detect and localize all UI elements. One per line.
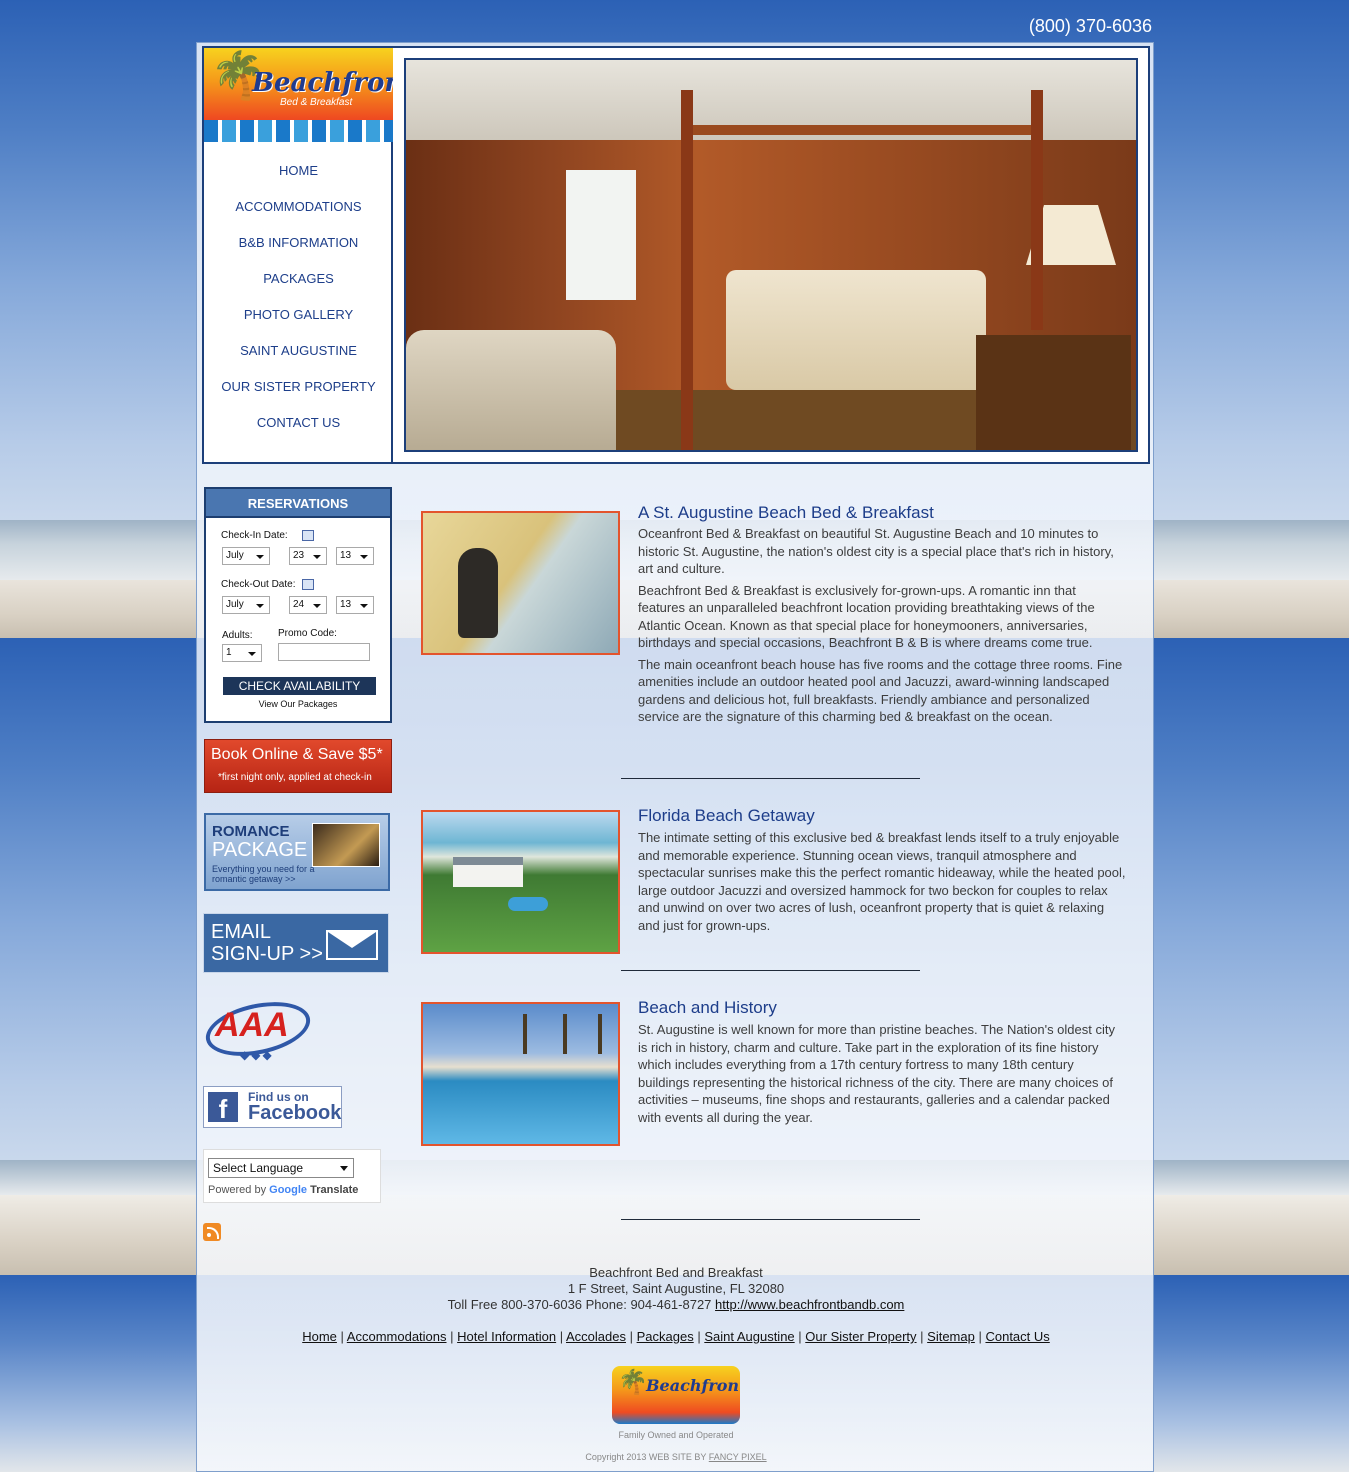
paragraph: The intimate setting of this exclusive b… [638, 830, 1126, 933]
page-container: 🌴 Beachfront Bed & Breakfast HOME ACCOMM… [196, 42, 1154, 1472]
facebook-button[interactable]: f Find us on Facebook [203, 1086, 342, 1128]
footer-links: Home | Accommodations | Hotel Informatio… [302, 1329, 1050, 1344]
language-select[interactable]: Select Language [208, 1158, 354, 1178]
rss-icon[interactable] [203, 1223, 221, 1241]
footer-link-accommodations[interactable]: Accommodations [347, 1329, 447, 1344]
footer-link-accolades[interactable]: Accolades [566, 1329, 626, 1344]
google-label: Google [269, 1184, 308, 1196]
divider [621, 778, 920, 779]
adults-label: Adults: [222, 630, 253, 641]
footer-link-saint-augustine[interactable]: Saint Augustine [704, 1329, 794, 1344]
powered-by-label: Powered by [208, 1184, 267, 1196]
paragraph: Oceanfront Bed & Breakfast on beautiful … [638, 526, 1114, 576]
logo-subtitle: Bed & Breakfast [280, 97, 353, 108]
section-text: St. Augustine is well known for more tha… [638, 1021, 1126, 1130]
nav-home[interactable]: HOME [204, 162, 393, 198]
footer-link-hotel-information[interactable]: Hotel Information [457, 1329, 556, 1344]
calendar-icon[interactable] [302, 579, 314, 590]
signup-label: SIGN-UP >> [211, 943, 323, 965]
designer-link[interactable]: FANCY PIXEL [709, 1452, 767, 1462]
paragraph: St. Augustine is well known for more tha… [638, 1022, 1115, 1125]
email-label: EMAIL [211, 921, 272, 943]
pool-image [421, 1002, 620, 1146]
footer-link-home[interactable]: Home [302, 1329, 337, 1344]
footer-link-contact-us[interactable]: Contact Us [985, 1329, 1049, 1344]
sidebar-nav: 🌴 Beachfront Bed & Breakfast HOME ACCOMM… [204, 48, 393, 462]
package-label: PACKAGE [212, 839, 308, 861]
checkout-year-select[interactable]: 13 [336, 596, 374, 614]
view-packages-link[interactable]: View Our Packages [206, 699, 390, 709]
facebook-label: Facebook [248, 1102, 342, 1124]
promo-code-input[interactable] [278, 643, 370, 661]
site-logo[interactable]: 🌴 Beachfront Bed & Breakfast [204, 48, 393, 142]
checkin-day-select[interactable]: 23 [289, 547, 327, 565]
footer-url-link[interactable]: http://www.beachfrontbandb.com [715, 1297, 904, 1312]
romance-label: ROMANCE [212, 823, 290, 840]
section-text: Oceanfront Bed & Breakfast on beautiful … [638, 525, 1126, 730]
section-text: The intimate setting of this exclusive b… [638, 829, 1126, 938]
promo-label: Promo Code: [278, 628, 337, 639]
aaa-logo: AAA ◆◆◆ [200, 993, 316, 1068]
checkin-month-select[interactable]: July [222, 547, 270, 565]
footer-business-name: Beachfront Bed and Breakfast [589, 1265, 763, 1280]
section-title: A St. Augustine Beach Bed & Breakfast [638, 503, 934, 522]
nav-contact-us[interactable]: CONTACT US [204, 414, 393, 450]
header: 🌴 Beachfront Bed & Breakfast HOME ACCOMM… [202, 46, 1150, 464]
romance-package-banner[interactable]: ROMANCE PACKAGE Everything you need for … [204, 813, 390, 891]
divider [621, 970, 920, 971]
reservations-title: RESERVATIONS [206, 489, 390, 518]
divider [621, 1219, 920, 1220]
adults-select[interactable]: 1 [222, 644, 262, 662]
nav-photo-gallery[interactable]: PHOTO GALLERY [204, 306, 393, 342]
main-nav: HOME ACCOMMODATIONS B&B INFORMATION PACK… [204, 162, 393, 450]
property-aerial-image [421, 810, 620, 954]
paragraph: Beachfront Bed & Breakfast is exclusivel… [638, 582, 1095, 651]
palm-tree-icon: 🌴 [618, 1369, 648, 1396]
footer-logo[interactable]: 🌴 Beachfront [612, 1366, 740, 1424]
waves-graphic [204, 120, 393, 142]
nav-packages[interactable]: PACKAGES [204, 270, 393, 306]
email-signup-banner[interactable]: EMAIL SIGN-UP >> [203, 913, 389, 973]
nav-sister-property[interactable]: OUR SISTER PROPERTY [204, 378, 393, 414]
nav-accommodations[interactable]: ACCOMMODATIONS [204, 198, 393, 234]
footer-contact: Toll Free 800-370-6036 Phone: 904-461-87… [447, 1297, 712, 1312]
calendar-icon[interactable] [302, 530, 314, 541]
book-online-title: Book Online & Save $5* [211, 746, 383, 763]
check-availability-button[interactable]: CHECK AVAILABILITY [223, 677, 376, 695]
footer-tagline: Family Owned and Operated [618, 1430, 734, 1440]
translate-link[interactable]: Translate [310, 1184, 358, 1196]
logo-title: Beachfront [252, 68, 393, 98]
checkin-year-select[interactable]: 13 [336, 547, 374, 565]
romance-description: Everything you need for a romantic getaw… [212, 864, 315, 884]
footer-logo-title: Beachfront [646, 1376, 740, 1395]
google-translate-widget: Select Language Powered by Google Transl… [203, 1149, 381, 1203]
diamond-icon: ◆◆◆ [240, 1048, 274, 1062]
footer-street: 1 F Street, Saint Augustine, FL 32080 [567, 1281, 785, 1296]
footer-link-sister-property[interactable]: Our Sister Property [805, 1329, 916, 1344]
copyright-text: Copyright 2013 WEB SITE BY [585, 1452, 707, 1462]
hero-image-bedroom [404, 58, 1138, 452]
paragraph: The main oceanfront beach house has five… [638, 656, 1123, 725]
couple-on-beach-image [421, 511, 620, 655]
aaa-text: AAA [215, 1006, 289, 1044]
checkout-month-select[interactable]: July [222, 596, 270, 614]
checkin-label: Check-In Date: [221, 530, 288, 541]
book-online-banner[interactable]: Book Online & Save $5* *first night only… [204, 739, 392, 793]
book-online-note: *first night only, applied at check-in [218, 772, 372, 783]
section-title: Florida Beach Getaway [638, 806, 815, 825]
nav-bb-information[interactable]: B&B INFORMATION [204, 234, 393, 270]
footer-link-packages[interactable]: Packages [637, 1329, 694, 1344]
reservations-widget: RESERVATIONS Check-In Date: July 23 13 C… [204, 487, 392, 723]
facebook-icon: f [208, 1092, 238, 1124]
footer-address: Beachfront Bed and Breakfast 1 F Street,… [197, 1265, 1155, 1313]
checkout-day-select[interactable]: 24 [289, 596, 327, 614]
footer-link-sitemap[interactable]: Sitemap [927, 1329, 975, 1344]
checkout-label: Check-Out Date: [221, 579, 296, 590]
phone-number: (800) 370-6036 [1028, 16, 1152, 36]
section-title: Beach and History [638, 998, 777, 1017]
nav-saint-augustine[interactable]: SAINT AUGUSTINE [204, 342, 393, 378]
envelope-icon [326, 930, 378, 960]
champagne-image [312, 823, 380, 867]
footer-copyright: Copyright 2013 WEB SITE BY FANCY PIXEL [197, 1452, 1155, 1462]
